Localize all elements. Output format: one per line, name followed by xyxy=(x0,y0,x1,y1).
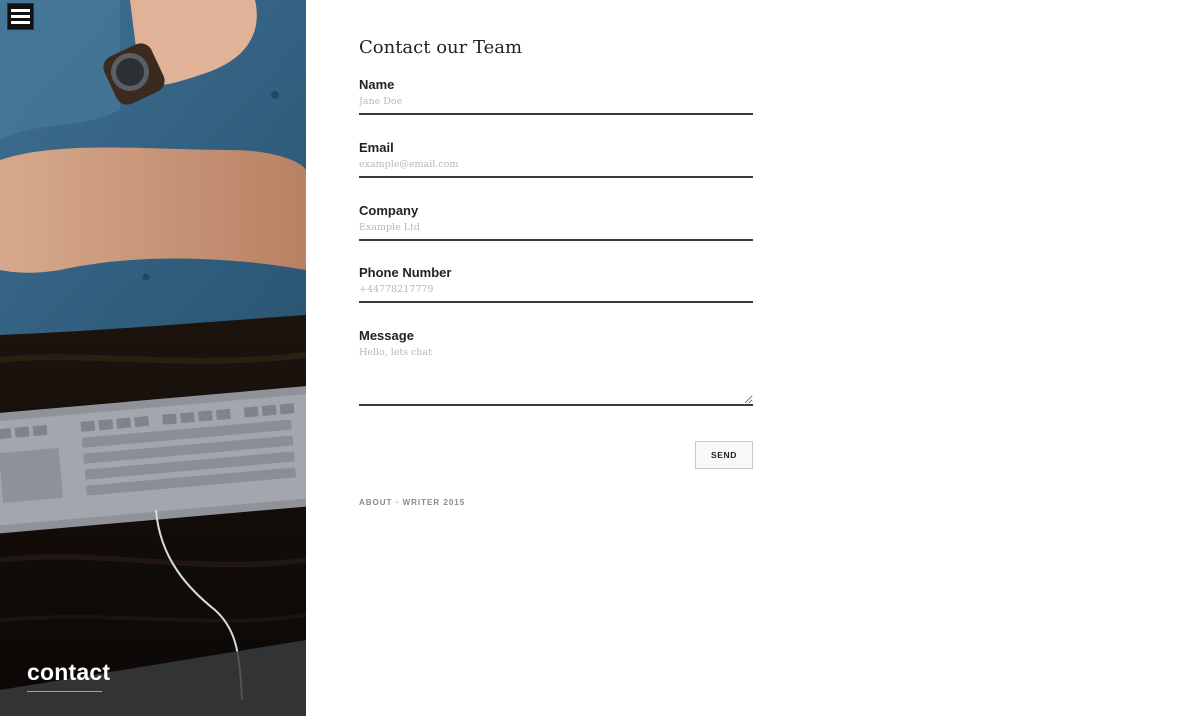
company-input[interactable] xyxy=(359,218,753,241)
email-field-group: Email xyxy=(359,140,753,178)
company-label: Company xyxy=(359,203,419,218)
menu-bar xyxy=(11,21,30,24)
hamburger-menu-icon[interactable] xyxy=(7,3,34,30)
email-label: Email xyxy=(359,140,394,155)
hero-image-panel: contact xyxy=(0,0,306,716)
footer-about-link[interactable]: ABOUT xyxy=(359,498,392,507)
phone-label: Phone Number xyxy=(359,265,452,280)
footer-credit: WRITER 2015 xyxy=(402,498,466,507)
form-title: Contact our Team xyxy=(359,37,523,58)
name-label: Name xyxy=(359,77,395,92)
message-field-group: Message xyxy=(359,328,753,406)
phone-input[interactable] xyxy=(359,280,753,303)
page-heading: contact xyxy=(27,659,111,685)
footer-separator: · xyxy=(395,498,400,507)
phone-field-group: Phone Number xyxy=(359,265,753,303)
footer: ABOUT · WRITER 2015 xyxy=(359,498,465,507)
name-input[interactable] xyxy=(359,92,753,115)
company-field-group: Company xyxy=(359,203,753,241)
email-input[interactable] xyxy=(359,155,753,178)
message-label: Message xyxy=(359,328,414,343)
send-button[interactable]: SEND xyxy=(695,441,753,469)
name-field-group: Name xyxy=(359,77,753,115)
message-textarea[interactable] xyxy=(359,343,753,406)
menu-bar xyxy=(11,9,30,12)
workspace-photo xyxy=(0,0,306,716)
menu-bar xyxy=(11,15,30,18)
heading-underline xyxy=(27,691,102,692)
